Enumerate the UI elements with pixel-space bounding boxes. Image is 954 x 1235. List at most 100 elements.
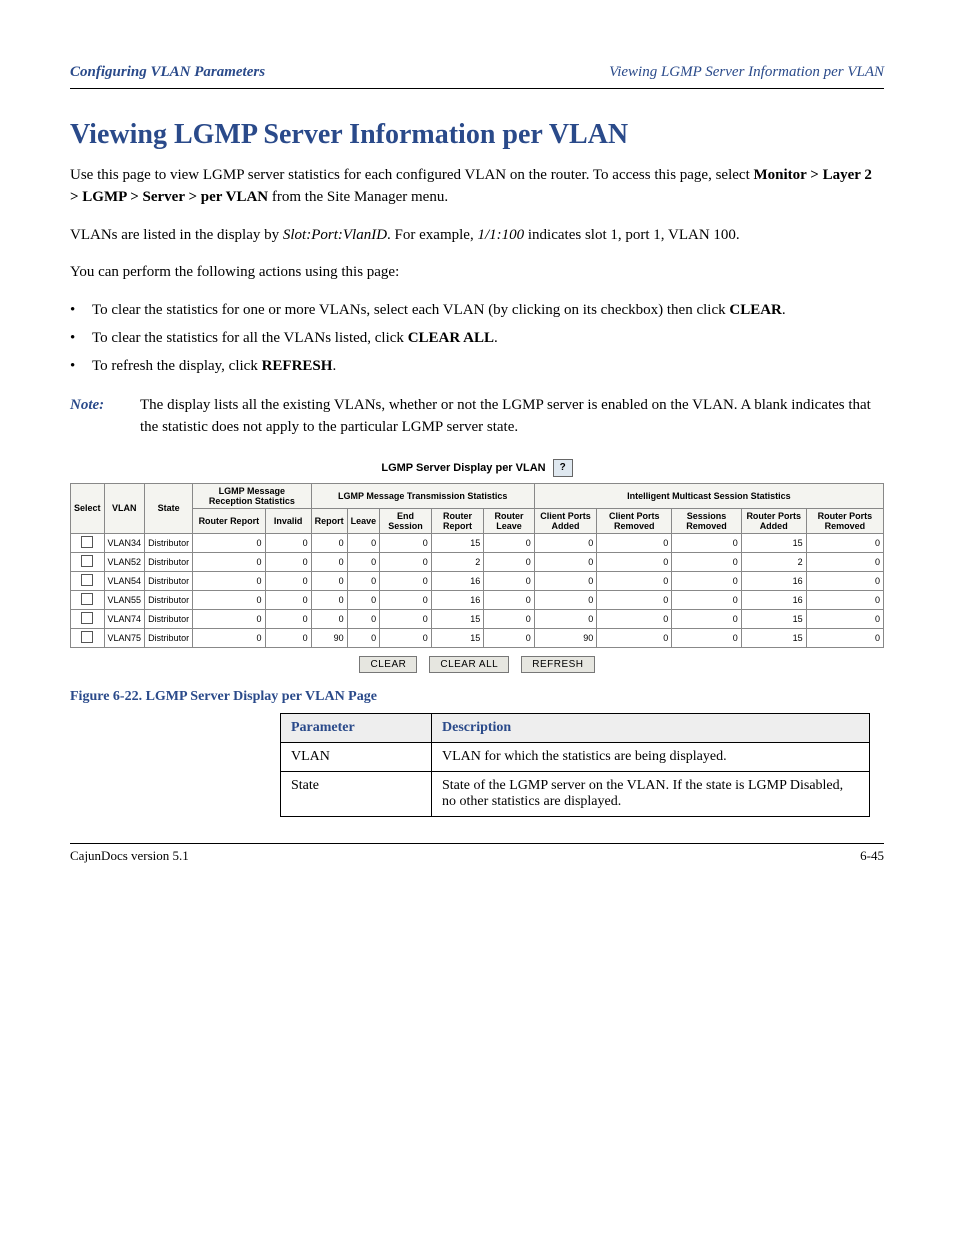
- param-desc: VLAN for which the statistics are being …: [432, 742, 870, 771]
- help-icon[interactable]: ?: [553, 459, 573, 477]
- cell-report: 0: [311, 533, 347, 552]
- cell-end-session: 0: [380, 628, 432, 647]
- intro-paragraph-1: Use this page to view LGMP server statis…: [70, 165, 884, 209]
- param-name: State: [281, 771, 432, 816]
- cell-vlan: VLAN34: [104, 533, 145, 552]
- cell-client-ports-added: 0: [534, 571, 596, 590]
- cell-router-ports-removed: 0: [806, 628, 883, 647]
- cell-client-ports-removed: 0: [597, 590, 672, 609]
- cell-router-ports-added: 2: [741, 552, 806, 571]
- cell-rx-router-report: 0: [193, 533, 265, 552]
- intro-paragraph-2: VLANs are listed in the display by Slot:…: [70, 225, 884, 247]
- cell-rx-router-report: 0: [193, 552, 265, 571]
- param-th-parameter: Parameter: [281, 713, 432, 742]
- th-invalid: Invalid: [265, 508, 311, 533]
- table-row: VLAN74Distributor00000150000150: [71, 609, 884, 628]
- cell-router-ports-added: 16: [741, 590, 806, 609]
- cell-leave: 0: [347, 571, 380, 590]
- row-checkbox[interactable]: [81, 612, 93, 624]
- cell-invalid: 0: [265, 590, 311, 609]
- cell-tx-router-report: 15: [431, 609, 483, 628]
- cell-rx-router-report: 0: [193, 590, 265, 609]
- cell-report: 0: [311, 609, 347, 628]
- cell-vlan: VLAN75: [104, 628, 145, 647]
- th-end-session: End Session: [380, 508, 432, 533]
- row-checkbox[interactable]: [81, 593, 93, 605]
- cell-vlan: VLAN54: [104, 571, 145, 590]
- th-tx-router-report: Router Report: [431, 508, 483, 533]
- figure-caption: Figure 6-22. LGMP Server Display per VLA…: [70, 689, 884, 705]
- figure-screenshot: LGMP Server Display per VLAN ? Select VL…: [70, 459, 884, 673]
- row-checkbox[interactable]: [81, 536, 93, 548]
- cell-tx-router-report: 16: [431, 590, 483, 609]
- cell-sessions-removed: 0: [672, 552, 741, 571]
- th-group-transmission: LGMP Message Transmission Statistics: [311, 483, 534, 508]
- param-name: VLAN: [281, 742, 432, 771]
- cell-report: 90: [311, 628, 347, 647]
- th-sessions-removed: Sessions Removed: [672, 508, 741, 533]
- cell-router-ports-added: 15: [741, 609, 806, 628]
- cell-router-ports-added: 15: [741, 533, 806, 552]
- cell-tx-router-report: 15: [431, 628, 483, 647]
- cell-tx-router-leave: 0: [484, 533, 535, 552]
- cell-vlan: VLAN52: [104, 552, 145, 571]
- th-tx-router-leave: Router Leave: [484, 508, 535, 533]
- cell-client-ports-added: 0: [534, 552, 596, 571]
- cell-report: 0: [311, 552, 347, 571]
- cell-report: 0: [311, 590, 347, 609]
- th-router-ports-added: Router Ports Added: [741, 508, 806, 533]
- param-desc: State of the LGMP server on the VLAN. If…: [432, 771, 870, 816]
- note-label: Note:: [70, 395, 140, 439]
- list-item: • To refresh the display, click REFRESH.: [70, 356, 884, 378]
- stats-table: Select VLAN State LGMP Message Reception…: [70, 483, 884, 648]
- clear-all-button[interactable]: CLEAR ALL: [429, 656, 509, 673]
- intro-paragraph-3: You can perform the following actions us…: [70, 262, 884, 284]
- cell-tx-router-leave: 0: [484, 628, 535, 647]
- cell-client-ports-removed: 0: [597, 628, 672, 647]
- cell-client-ports-added: 90: [534, 628, 596, 647]
- list-item: • To clear the statistics for all the VL…: [70, 328, 884, 350]
- th-group-session: Intelligent Multicast Session Statistics: [534, 483, 883, 508]
- cell-sessions-removed: 0: [672, 533, 741, 552]
- table-row: VLAN54Distributor00000160000160: [71, 571, 884, 590]
- cell-end-session: 0: [380, 609, 432, 628]
- table-row: VLAN52Distributor000002000020: [71, 552, 884, 571]
- cell-rx-router-report: 0: [193, 571, 265, 590]
- cell-sessions-removed: 0: [672, 609, 741, 628]
- cell-client-ports-removed: 0: [597, 552, 672, 571]
- cell-router-ports-removed: 0: [806, 590, 883, 609]
- table-row: VLAN VLAN for which the statistics are b…: [281, 742, 870, 771]
- th-leave: Leave: [347, 508, 380, 533]
- cell-state: Distributor: [145, 571, 193, 590]
- cell-client-ports-added: 0: [534, 590, 596, 609]
- list-item: • To clear the statistics for one or mor…: [70, 300, 884, 322]
- clear-button[interactable]: CLEAR: [359, 656, 417, 673]
- row-checkbox[interactable]: [81, 555, 93, 567]
- cell-state: Distributor: [145, 609, 193, 628]
- refresh-button[interactable]: REFRESH: [521, 656, 594, 673]
- page-footer: CajunDocs version 5.1 6-45: [70, 843, 884, 864]
- cell-leave: 0: [347, 590, 380, 609]
- th-vlan: VLAN: [104, 483, 145, 533]
- cell-leave: 0: [347, 628, 380, 647]
- th-report: Report: [311, 508, 347, 533]
- cell-router-ports-removed: 0: [806, 533, 883, 552]
- cell-leave: 0: [347, 533, 380, 552]
- cell-state: Distributor: [145, 628, 193, 647]
- table-row: State State of the LGMP server on the VL…: [281, 771, 870, 816]
- cell-client-ports-removed: 0: [597, 571, 672, 590]
- action-list: • To clear the statistics for one or mor…: [70, 300, 884, 377]
- cell-invalid: 0: [265, 533, 311, 552]
- row-checkbox[interactable]: [81, 574, 93, 586]
- section-title: Viewing LGMP Server Information per VLAN: [70, 119, 884, 151]
- page-header: Configuring VLAN Parameters Viewing LGMP…: [70, 60, 884, 89]
- cell-invalid: 0: [265, 628, 311, 647]
- cell-vlan: VLAN55: [104, 590, 145, 609]
- footer-right: 6-45: [860, 848, 884, 864]
- cell-sessions-removed: 0: [672, 571, 741, 590]
- row-checkbox[interactable]: [81, 631, 93, 643]
- table-row: VLAN55Distributor00000160000160: [71, 590, 884, 609]
- cell-leave: 0: [347, 552, 380, 571]
- cell-state: Distributor: [145, 590, 193, 609]
- cell-rx-router-report: 0: [193, 609, 265, 628]
